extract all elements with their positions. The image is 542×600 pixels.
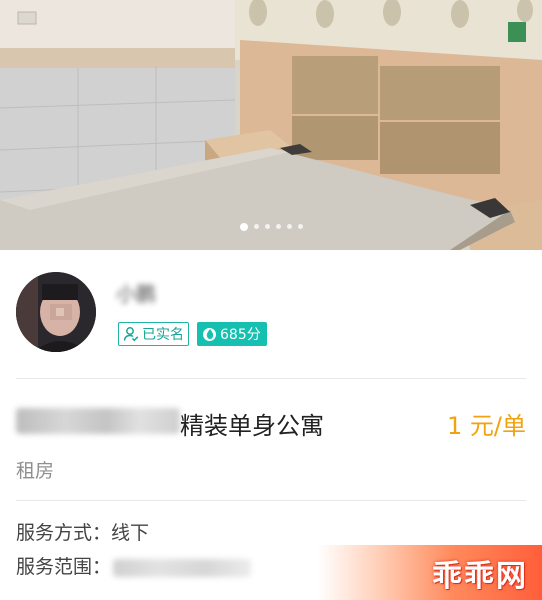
divider (16, 500, 526, 501)
divider (16, 378, 526, 379)
redacted-text (113, 558, 252, 577)
verified-badge: 已实名 (118, 322, 189, 346)
listing-price: 1 元/单 (447, 412, 526, 440)
service-mode-label: 服务方式： (16, 522, 112, 544)
listing-title-row: 精装单身公寓 1 元/单 (16, 404, 526, 440)
user-check-icon (123, 327, 139, 342)
credit-score: 685分 (220, 327, 261, 343)
service-mode-row: 服务方式：线下 (16, 518, 149, 545)
avatar[interactable] (16, 272, 96, 352)
service-mode-value: 线下 (111, 522, 150, 544)
service-area-row: 服务范围： (16, 552, 252, 579)
page-dot[interactable] (286, 224, 292, 229)
page-dot[interactable] (253, 224, 259, 229)
room-photo[interactable] (0, 0, 542, 250)
verified-label: 已实名 (142, 327, 184, 343)
gallery-page-indicator (0, 222, 542, 231)
seller-name: 小鹏 (116, 282, 156, 306)
listing-category: 租房 (16, 460, 55, 482)
room-photo-illustration (0, 0, 542, 250)
listing-title: 精装单身公寓 (180, 412, 324, 440)
page-dot[interactable] (297, 224, 303, 229)
site-watermark: 乖乖网 (318, 545, 542, 600)
page-dot[interactable] (275, 224, 281, 229)
page-dot[interactable] (239, 222, 248, 231)
drop-icon (203, 327, 216, 341)
page-dot[interactable] (264, 224, 270, 229)
seller-profile[interactable]: 小鹏 已实名 685分 (16, 272, 526, 358)
service-area-label: 服务范围： (16, 556, 112, 578)
watermark-text: 乖乖网 (432, 558, 528, 594)
credit-score-badge: 685分 (197, 322, 267, 346)
redacted-text (16, 408, 180, 434)
avatar-photo (16, 272, 96, 352)
